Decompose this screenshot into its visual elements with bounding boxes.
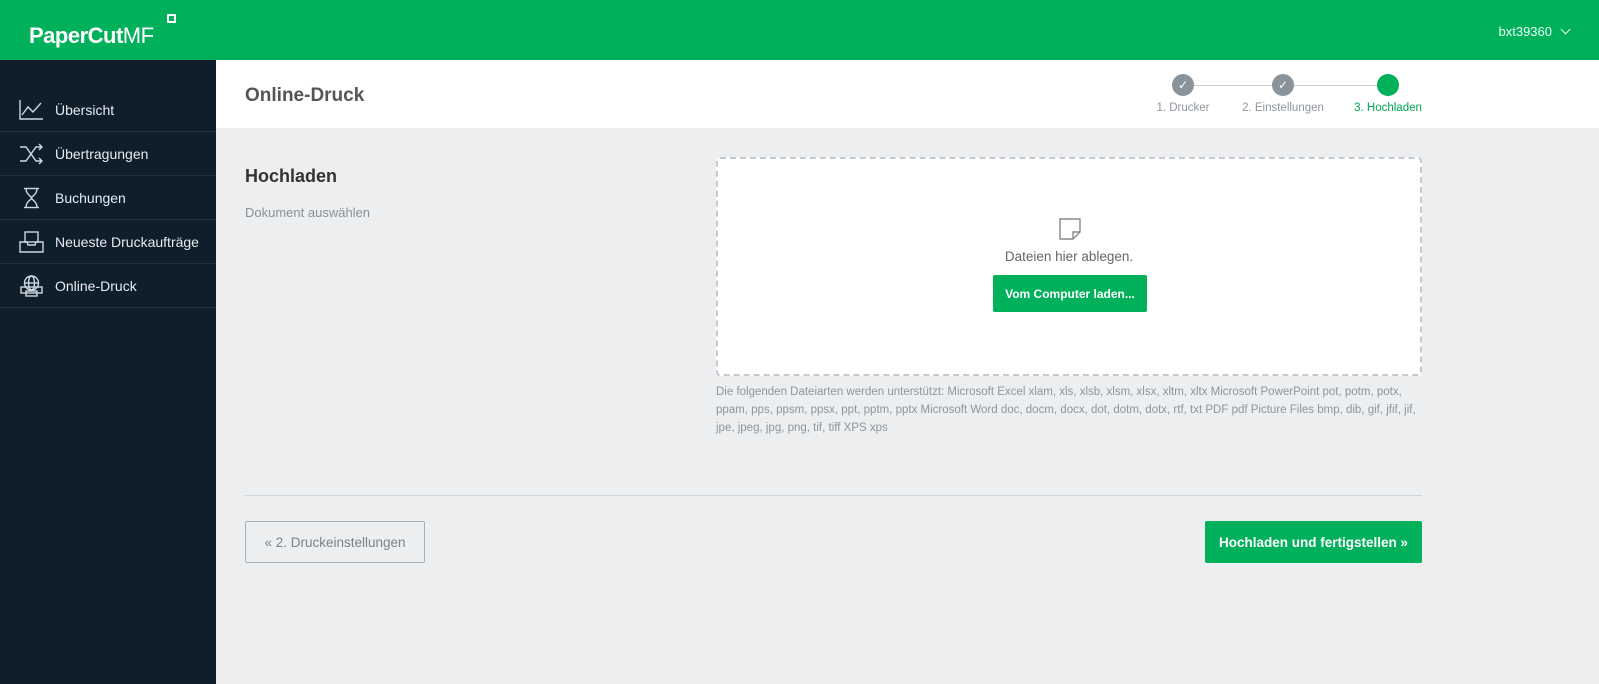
page-header: Online-Druck ✓ 1. Drucker ✓ 2. Einstellu… [216, 60, 1599, 128]
sidebar-item-label: Buchungen [55, 189, 126, 206]
step-label: 3. Hochladen [1354, 102, 1422, 114]
papercut-logo[interactable]: PaperCutMF [29, 23, 154, 49]
file-dropzone[interactable]: Dateien hier ablegen. Vom Computer laden… [716, 157, 1422, 376]
sidebar-item-label: Neueste Druckaufträge [55, 233, 199, 250]
check-icon: ✓ [1172, 74, 1194, 96]
top-bar: PaperCutMF bxt39360 [0, 0, 1599, 60]
step-label: 2. Einstellungen [1242, 102, 1324, 114]
sidebar-item-label: Übertragungen [55, 145, 149, 162]
step-drucker: ✓ 1. Drucker [1133, 74, 1233, 114]
sidebar-item-buchungen[interactable]: Buchungen [0, 176, 216, 220]
step-label: 1. Drucker [1156, 102, 1210, 114]
current-step-dot [1377, 74, 1399, 96]
divider [245, 495, 1422, 496]
sidebar-item-uebersicht[interactable]: Übersicht [0, 88, 216, 132]
globe-printer-icon [20, 274, 43, 297]
upload-finish-button[interactable]: Hochladen und fertigstellen » [1205, 521, 1422, 563]
check-icon: ✓ [1272, 74, 1294, 96]
sidebar-item-label: Online-Druck [55, 277, 137, 294]
user-menu[interactable]: bxt39360 [1498, 24, 1571, 39]
step-einstellungen: ✓ 2. Einstellungen [1233, 74, 1333, 114]
inbox-tray-icon [19, 230, 44, 253]
section-title: Hochladen [245, 166, 338, 186]
page-title: Online-Druck [245, 85, 365, 106]
line-chart-icon [19, 99, 43, 120]
chevron-down-icon [1560, 24, 1571, 35]
section-subtitle: Dokument auswählen [245, 205, 371, 220]
shuffle-icon [20, 143, 43, 164]
file-icon [1059, 218, 1081, 240]
logo-suffix: MF [122, 23, 154, 48]
sidebar-item-uebertragungen[interactable]: Übertragungen [0, 132, 216, 176]
logo-mark-icon [167, 14, 176, 23]
progress-stepper: ✓ 1. Drucker ✓ 2. Einstellungen 3. Hochl… [1133, 74, 1433, 120]
sidebar-item-neueste-druckauftraege[interactable]: Neueste Druckaufträge [0, 220, 216, 264]
drop-text: Dateien hier ablegen. [1004, 249, 1134, 264]
logo-text: PaperCut [29, 23, 123, 48]
step-hochladen: 3. Hochladen [1338, 74, 1438, 114]
sidebar-item-online-druck[interactable]: Online-Druck [0, 264, 216, 308]
hourglass-icon [24, 187, 39, 208]
supported-file-types: Die folgenden Dateiarten werden unterstü… [716, 386, 1416, 434]
username: bxt39360 [1498, 24, 1553, 39]
sidebar-item-label: Übersicht [55, 101, 115, 118]
browse-computer-button[interactable]: Vom Computer laden... [993, 275, 1147, 312]
back-button[interactable]: « 2. Druckeinstellungen [245, 521, 425, 563]
sidebar: Übersicht Übertragungen Buchungen Neuest… [0, 60, 216, 684]
